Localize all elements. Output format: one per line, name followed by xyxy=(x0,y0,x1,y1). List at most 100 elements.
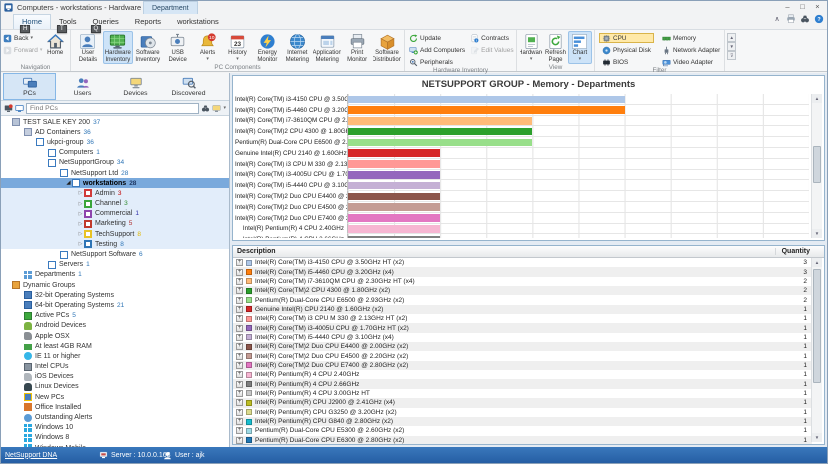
table-row[interactable]: + Intel(R) Core(TM)2 Duo CPU E7400 @ 2.80… xyxy=(233,360,812,371)
row-expand-icon[interactable]: + xyxy=(236,436,243,444)
row-expand-icon[interactable]: + xyxy=(236,268,243,276)
update-button[interactable]: Update xyxy=(409,33,465,43)
table-row[interactable]: + Pentium(R) Dual-Core CPU E5300 @ 2.60GH… xyxy=(233,426,812,435)
sidebar-tab-devices[interactable]: Devices xyxy=(109,73,162,100)
scrollbar-thumb[interactable] xyxy=(813,269,821,384)
filter-memory[interactable]: Memory xyxy=(659,33,723,43)
tree-item-dynamic-groups[interactable]: Dynamic Groups xyxy=(1,280,229,290)
chart-bar[interactable] xyxy=(348,127,533,136)
table-row[interactable]: + Intel(R) Pentium(R) CPU G840 @ 2.80GHz … xyxy=(233,416,812,427)
tree-item-computers[interactable]: Computers 1 xyxy=(1,148,229,158)
hardware-inventory-button[interactable]: Hardware Inventory▾ xyxy=(102,31,133,64)
filter-cpu[interactable]: CPU xyxy=(599,33,654,43)
print-icon[interactable] xyxy=(786,14,796,24)
tree-item-test-sale-key-200[interactable]: TEST SALE KEY 200 37 xyxy=(1,117,229,127)
software-inventory-button[interactable]: Software Inventory▾ xyxy=(133,31,163,64)
table-row[interactable]: + Intel(R) Core(TM) i3-4005U CPU @ 1.70GH… xyxy=(233,323,812,333)
tree-item-linux-devices[interactable]: Linux Devices xyxy=(1,382,229,392)
tree-item-netsupport-software[interactable]: NetSupport Software 6 xyxy=(1,249,229,259)
chart-scrollbar[interactable]: ▲ ▼ xyxy=(811,94,822,238)
chart-bar[interactable] xyxy=(348,95,625,103)
chart-bar[interactable] xyxy=(348,214,441,222)
peripherals-button[interactable]: Peripherals xyxy=(409,57,465,67)
table-row[interactable]: + Genuine Intel(R) CPU 2140 @ 1.60GHz (x2… xyxy=(233,304,812,315)
expander-closed-icon[interactable]: ▷ xyxy=(77,221,84,227)
chart-button[interactable]: Chart ▾ xyxy=(567,31,592,64)
table-row[interactable]: + Intel(R) Pentium(R) CPU J2900 @ 2.41GHz… xyxy=(233,398,812,408)
tree-item-apple-osx[interactable]: Apple OSX xyxy=(1,331,229,341)
row-expand-icon[interactable]: + xyxy=(236,352,243,360)
table-row[interactable]: + Intel(R) Pentium(R) CPU G3250 @ 3.20GHz… xyxy=(233,408,812,417)
contracts-button[interactable]: i Contracts xyxy=(470,33,513,43)
tree-item-new-pcs[interactable]: New PCs xyxy=(1,392,229,402)
help-icon[interactable]: ? xyxy=(814,14,824,24)
view-mode-dropdown-icon[interactable]: ▾ xyxy=(223,105,226,111)
scroll-down-icon[interactable]: ▼ xyxy=(812,433,822,442)
sidebar-tab-users[interactable]: Users xyxy=(56,73,109,100)
energy-monitor-button[interactable]: Energy Monitor▾ xyxy=(252,31,282,64)
chart-bar[interactable] xyxy=(348,160,441,168)
filter-network-adapter[interactable]: Network Adapter xyxy=(659,45,723,55)
tree-item-ie-11-or-higher[interactable]: IE 11 or higher xyxy=(1,351,229,361)
tree-item-android-devices[interactable]: Android Devices xyxy=(1,321,229,331)
user-details-button[interactable]: User Details▾ xyxy=(73,31,103,64)
tree-item-ukpci-group[interactable]: ukpci-group 36 xyxy=(1,137,229,147)
table-row[interactable]: + Intel(R) Core(TM) i3-4150 CPU @ 3.50GHz… xyxy=(233,258,812,267)
tab-queries[interactable]: Queries Q xyxy=(85,15,127,33)
netsupport-dna-link[interactable]: NetSupport DNA xyxy=(5,452,57,459)
chart-bar[interactable] xyxy=(348,138,533,147)
expander-closed-icon[interactable]: ▷ xyxy=(77,241,84,247)
view-mode-icon[interactable] xyxy=(212,104,221,113)
row-expand-icon[interactable]: + xyxy=(236,296,243,304)
table-row[interactable]: + Pentium(R) Dual-Core CPU E6300 @ 2.80GH… xyxy=(233,435,812,444)
chart-bar[interactable] xyxy=(348,235,441,238)
chart-bar[interactable] xyxy=(348,203,441,211)
filter-video-adapter[interactable]: Video Adapter xyxy=(659,57,723,67)
table-row[interactable]: + Intel(R) Pentium(R) 4 CPU 2.66GHz 1 xyxy=(233,379,812,389)
table-row[interactable]: + Intel(R) Core(TM)2 CPU 4300 @ 1.80GHz (… xyxy=(233,286,812,296)
expander-closed-icon[interactable]: ▷ xyxy=(77,211,84,217)
tree-item-windows-8[interactable]: Windows 8 xyxy=(1,433,229,443)
filter-scroll-up-icon[interactable]: ▲ xyxy=(727,33,737,42)
tab-home[interactable]: Home H xyxy=(13,14,52,33)
tree-item-marketing[interactable]: ▷ Marketing 5 xyxy=(1,218,229,230)
row-expand-icon[interactable]: + xyxy=(236,333,243,341)
tree-item-techsupport[interactable]: ▷ TechSupport 8 xyxy=(1,229,229,240)
chart-bar[interactable] xyxy=(348,117,533,125)
alerts-button[interactable]: 10 Alerts ▾ xyxy=(193,31,223,64)
row-expand-icon[interactable]: + xyxy=(236,361,243,369)
home-button[interactable]: Home xyxy=(42,31,68,64)
tab-reports[interactable]: Reports xyxy=(127,15,169,29)
tree-item-admin[interactable]: ▷ Admin 3 xyxy=(1,188,229,199)
tree-item-servers[interactable]: Servers 1 xyxy=(1,260,229,270)
chart-bar[interactable] xyxy=(348,149,441,157)
tree-item-32-bit-operating-systems[interactable]: 32-bit Operating Systems xyxy=(1,290,229,300)
table-row[interactable]: + Intel(R) Core(TM)2 Duo CPU E4400 @ 2.00… xyxy=(233,342,812,352)
tree-item-departments[interactable]: Departments 1 xyxy=(1,270,229,280)
tree-item-outstanding-alerts[interactable]: Outstanding Alerts xyxy=(1,412,229,422)
software-distribution-button[interactable]: Software Distribution▾ xyxy=(372,31,402,64)
tree-item-commercial[interactable]: ▷ Commercial 1 xyxy=(1,208,229,219)
application-metering-button[interactable]: Application Metering▾ xyxy=(312,31,342,64)
contextual-tab-department[interactable]: Department xyxy=(143,1,198,14)
tab-workstations[interactable]: workstations xyxy=(169,15,227,29)
table-row[interactable]: + Intel(R) Core(TM) i5-4440 CPU @ 3.10GHz… xyxy=(233,333,812,342)
tree-item-netsupportgroup[interactable]: NetSupportGroup 34 xyxy=(1,158,229,168)
row-expand-icon[interactable]: + xyxy=(236,371,243,379)
chart-bar[interactable] xyxy=(348,225,441,233)
add-computers-button[interactable]: Add Computers xyxy=(409,45,465,55)
row-expand-icon[interactable]: + xyxy=(236,324,243,332)
maximize-button[interactable]: □ xyxy=(795,2,810,12)
row-expand-icon[interactable]: + xyxy=(236,408,243,416)
usb-device-control-button[interactable]: USB Device Control▾ xyxy=(163,31,193,64)
sidebar-tab-discovered[interactable]: Discovered xyxy=(162,73,215,100)
table-scrollbar[interactable]: ▲ ▼ xyxy=(811,258,822,442)
column-quantity[interactable]: Quantity xyxy=(774,248,810,255)
table-row[interactable]: + Pentium(R) Dual-Core CPU E6500 @ 2.93GH… xyxy=(233,295,812,304)
sidebar-tab-pcs[interactable]: PCs xyxy=(3,73,56,100)
alert-monitor-icon[interactable] xyxy=(4,103,13,113)
tree-item-active-pcs[interactable]: Active PCs 5 xyxy=(1,311,229,321)
chart-bar[interactable] xyxy=(348,181,441,190)
row-expand-icon[interactable]: + xyxy=(236,427,243,435)
row-expand-icon[interactable]: + xyxy=(236,418,243,426)
